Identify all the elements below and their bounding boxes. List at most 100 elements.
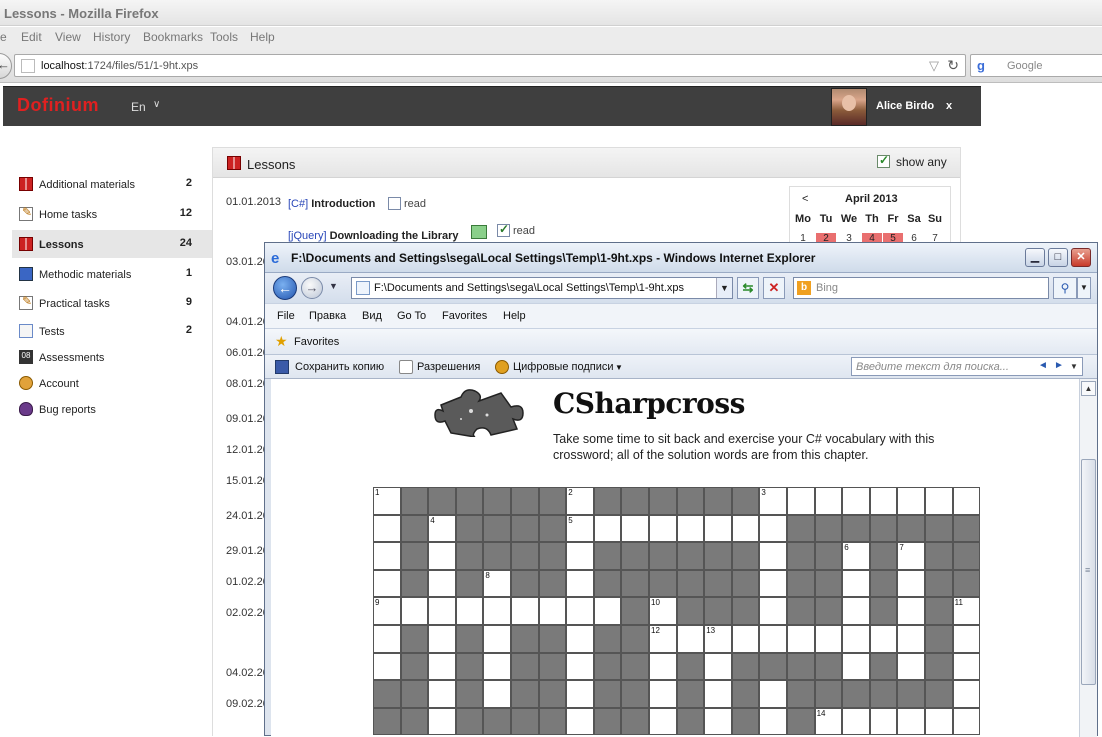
lesson-link[interactable]: [jQuery] Downloading the Library: [288, 230, 459, 242]
bookmark-star-icon[interactable]: ▽: [929, 58, 939, 74]
crossword-cell: [842, 707, 870, 736]
sidebar-item-methodic-materials[interactable]: Methodic materials 1: [12, 260, 212, 288]
crossword-cell: [897, 487, 925, 515]
avatar[interactable]: [831, 88, 867, 126]
menu-history[interactable]: History: [93, 30, 130, 44]
crossword-cell: [759, 514, 787, 543]
favorites-button[interactable]: Favorites: [294, 336, 339, 348]
crossword-cell: [842, 625, 870, 653]
favorites-star-icon[interactable]: ★: [275, 333, 288, 350]
app-logo[interactable]: Dofinium: [17, 95, 99, 116]
logout-button[interactable]: x: [946, 100, 952, 112]
scrollbar-thumb[interactable]: [1081, 459, 1096, 685]
back-arrow-icon[interactable]: ←: [273, 276, 297, 300]
crossword-block: [787, 514, 815, 543]
lesson-link[interactable]: [C#] Introduction: [288, 198, 375, 210]
crossword-block: [731, 569, 760, 598]
crossword-cell: [897, 569, 925, 598]
sidebar-item-account[interactable]: Account: [12, 369, 212, 395]
url-bar[interactable]: localhost:1724/files/51/1-9ht.xps ▽ ↻: [14, 54, 966, 77]
reload-icon[interactable]: ↻: [947, 57, 959, 74]
address-bar[interactable]: F:\Documents and Settings\sega\Local Set…: [351, 277, 733, 299]
crossword-block: [869, 652, 898, 681]
user-name[interactable]: Alice Birdo: [876, 100, 934, 112]
close-button[interactable]: ✕: [1071, 248, 1091, 267]
crossword-cell: 1: [373, 487, 401, 515]
crossword-cell: [649, 707, 677, 736]
sidebar-item-bug-reports[interactable]: Bug reports: [12, 395, 212, 421]
sidebar-item-practical-tasks[interactable]: Practical tasks 9: [12, 289, 212, 317]
refresh-icon[interactable]: ⇆: [737, 277, 759, 299]
crossword-block: [869, 597, 898, 625]
crossword-cell: [814, 625, 843, 653]
chevron-down-icon[interactable]: ∨: [153, 99, 160, 110]
menu-view[interactable]: Вид: [362, 310, 382, 322]
ie-title-bar[interactable]: e F:\Documents and Settings\sega\Local S…: [265, 243, 1097, 273]
sidebar-item-assessments[interactable]: 08 Assessments: [12, 343, 212, 369]
crossword-cell: [676, 514, 705, 543]
crossword-cell: [428, 680, 456, 708]
permissions-button[interactable]: Разрешения: [417, 361, 480, 373]
forward-arrow-icon[interactable]: →: [301, 277, 323, 299]
crossword-block: [649, 569, 677, 598]
read-checkbox[interactable]: [388, 197, 401, 210]
lesson-date: 04.02.20: [226, 667, 269, 679]
prev-result-icon[interactable]: ◄: [1038, 360, 1048, 371]
crossword-cell: [897, 597, 925, 625]
digital-signatures-button[interactable]: Цифровые подписи: [513, 361, 614, 373]
sidebar-item-count: 24: [179, 237, 192, 249]
history-dropdown-icon[interactable]: ▼: [329, 281, 338, 291]
crossword-cell: [373, 652, 401, 681]
language-selector[interactable]: En: [131, 100, 146, 114]
stop-icon[interactable]: ✕: [763, 277, 785, 299]
menu-file[interactable]: File: [277, 310, 295, 322]
crossword-block: [842, 680, 870, 708]
save-copy-button[interactable]: Сохранить копию: [295, 361, 384, 373]
xps-document-view: CSharpcross Take some time to sit back a…: [271, 379, 1079, 737]
address-dropdown-icon[interactable]: ▼: [716, 278, 732, 298]
minimize-button[interactable]: ▁: [1025, 248, 1045, 267]
crossword-block: [925, 625, 953, 653]
crossword-block: [869, 680, 898, 708]
chevron-down-icon[interactable]: ▼: [615, 363, 623, 372]
menu-edit[interactable]: Правка: [309, 310, 346, 322]
crossword-block: [649, 542, 677, 570]
book-icon: [227, 156, 241, 170]
menu-help[interactable]: Help: [250, 30, 275, 44]
sidebar-item-tests[interactable]: Tests 2: [12, 317, 212, 343]
next-result-icon[interactable]: ►: [1054, 360, 1064, 371]
document-search-input[interactable]: Введите текст для поиска... ◄ ► ▼: [851, 357, 1083, 376]
crossword-block: [676, 680, 705, 708]
sidebar-item-home-tasks[interactable]: Home tasks 12: [12, 200, 212, 228]
lesson-date: 15.01.20: [226, 475, 269, 487]
vertical-scrollbar[interactable]: ▲: [1079, 379, 1097, 737]
menu-edit[interactable]: Edit: [21, 30, 42, 44]
panel-title: Lessons: [247, 157, 296, 172]
crossword-block: [538, 707, 567, 736]
sidebar-item-lessons[interactable]: Lessons 24: [12, 230, 212, 258]
menu-file[interactable]: e: [0, 30, 7, 44]
menu-view[interactable]: View: [55, 30, 81, 44]
read-checkbox[interactable]: [497, 222, 510, 237]
show-any-label[interactable]: show any: [896, 155, 947, 169]
menu-favorites[interactable]: Favorites: [442, 310, 487, 322]
search-options-dropdown-icon[interactable]: ▼: [1070, 362, 1078, 371]
menu-go-to[interactable]: Go To: [397, 310, 426, 322]
maximize-button[interactable]: □: [1048, 248, 1068, 267]
search-box[interactable]: g Google: [970, 54, 1102, 77]
menu-bookmarks[interactable]: Bookmarks: [143, 30, 203, 44]
show-any-checkbox[interactable]: [877, 153, 890, 168]
calendar-prev-button[interactable]: <: [802, 193, 808, 205]
menu-tools[interactable]: Tools: [210, 30, 238, 44]
scroll-up-icon[interactable]: ▲: [1081, 381, 1096, 396]
back-button[interactable]: [0, 53, 12, 79]
crossword-cell: [428, 542, 456, 570]
crossword-block: [538, 569, 567, 598]
search-input[interactable]: b Bing: [793, 277, 1049, 299]
menu-help[interactable]: Help: [503, 310, 526, 322]
sidebar-item-additional-materials[interactable]: Additional materials 2: [12, 170, 212, 198]
search-icon[interactable]: ⚲: [1053, 277, 1077, 299]
google-icon[interactable]: g: [977, 58, 993, 74]
search-options-dropdown-icon[interactable]: ▼: [1077, 277, 1091, 299]
checklist-icon: [19, 324, 33, 338]
